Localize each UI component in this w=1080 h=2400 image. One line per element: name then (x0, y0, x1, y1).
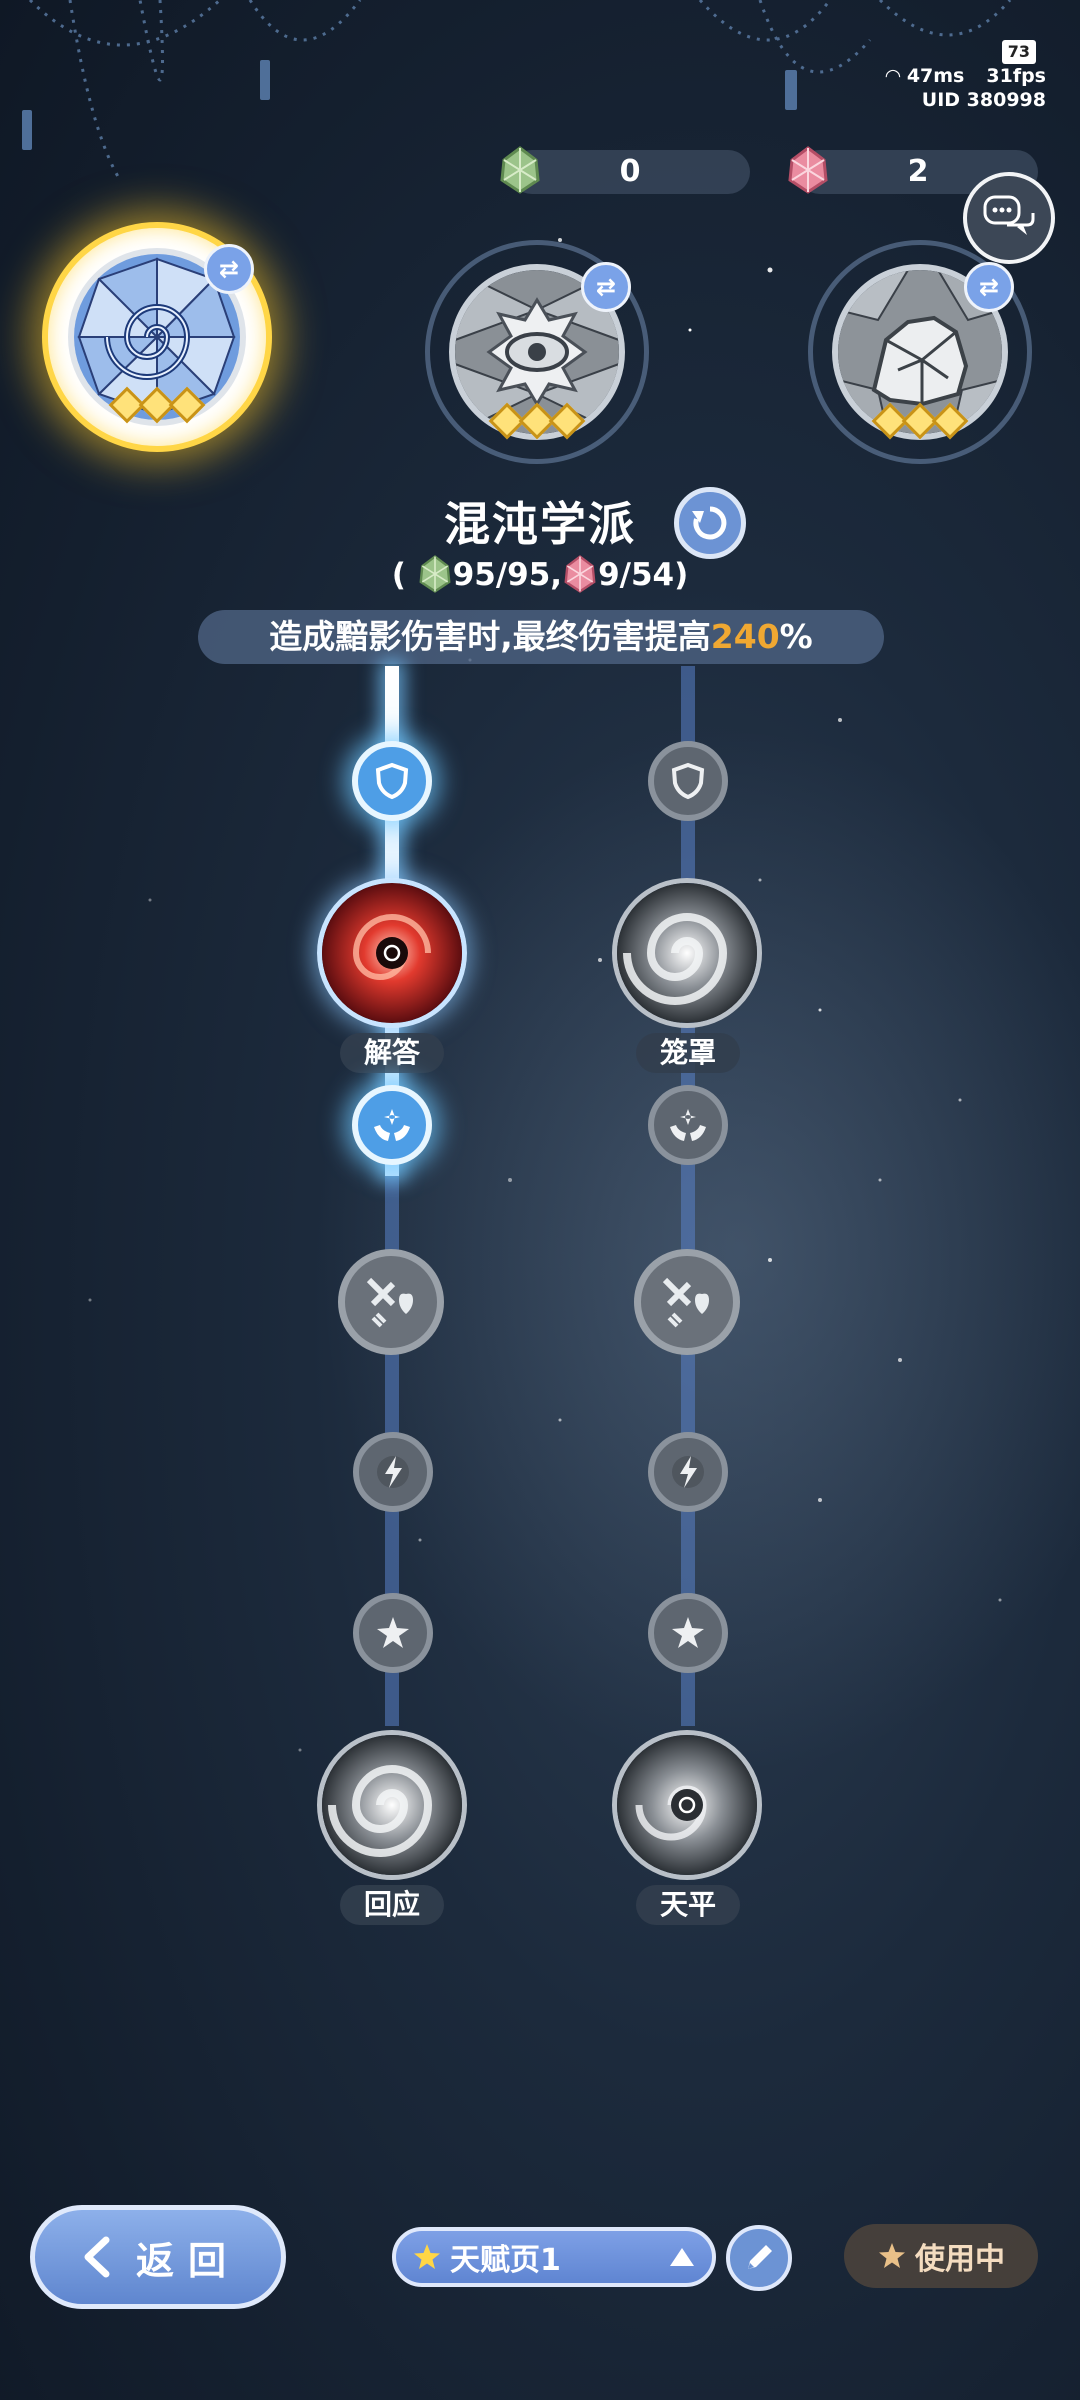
skill-node-response[interactable] (317, 1730, 467, 1880)
chat-bubbles-icon (983, 195, 1035, 235)
refresh-icon (692, 506, 727, 540)
sword-heart-icon (662, 1277, 709, 1328)
ping-value: 47ms (906, 65, 965, 87)
school-name: 混沌学派 (444, 497, 636, 551)
talent-node-star-left[interactable] (353, 1593, 433, 1673)
talent-node-hands-left[interactable] (352, 1085, 432, 1165)
edit-page-button[interactable] (726, 2225, 792, 2291)
back-arrow-icon (84, 2236, 110, 2278)
skill-node-balance[interactable] (612, 1730, 762, 1880)
talent-page-label: 天赋页1 (450, 2243, 561, 2278)
talent-node-shield-left[interactable] (352, 741, 432, 821)
back-button[interactable]: 返回 (30, 2205, 286, 2309)
talent-node-sword-heart-left[interactable] (338, 1249, 444, 1355)
currency-green-value: 0 (619, 154, 641, 189)
skill-label-balance: 天平 (636, 1885, 740, 1925)
chat-button[interactable] (963, 172, 1055, 264)
hands-star-icon (670, 1109, 706, 1141)
pencil-icon (748, 2245, 772, 2269)
skill-node-answer[interactable] (317, 878, 467, 1028)
ping-text: ◠ 47ms (886, 64, 965, 88)
grey-vortex-skill-icon (617, 883, 757, 1023)
bonus-value: 240 (710, 617, 780, 656)
swap-icon[interactable]: ⇄ (204, 244, 254, 294)
swap-icon[interactable]: ⇄ (964, 262, 1014, 312)
uid-text: UID 380998 (921, 89, 1046, 111)
school-rank-diamonds (488, 402, 586, 440)
battery-indicator: 73 (1001, 40, 1036, 64)
green-progress-value: 95/95, (452, 557, 563, 593)
reset-button[interactable] (674, 487, 746, 559)
school-title: 混沌学派 (0, 488, 1080, 554)
talent-page-selector[interactable]: 天赋页1 (392, 2227, 716, 2287)
bonus-prefix: 造成黯影伤害时,最终伤害提高 (269, 617, 711, 656)
school-medal-chaos[interactable]: ⇄ (42, 222, 272, 452)
school-progress: ( 95/95, 9/54) (0, 555, 1080, 593)
sword-heart-icon (366, 1277, 413, 1328)
grey-vortex-skill-icon (322, 1735, 462, 1875)
star-icon (414, 2244, 440, 2269)
progress-open-paren: ( (391, 557, 406, 593)
shield-icon (375, 762, 409, 800)
bonus-suffix: % (779, 617, 813, 656)
swap-icon[interactable]: ⇄ (581, 262, 631, 312)
currency-green: 0 (500, 146, 750, 194)
in-use-badge: 使用中 (844, 2224, 1038, 2288)
wifi-icon: ◠ (885, 65, 907, 87)
triangle-up-icon (670, 2248, 694, 2266)
star-icon (879, 2243, 905, 2268)
talent-node-star-right[interactable] (648, 1593, 728, 1673)
talent-node-sword-heart-right[interactable] (634, 1249, 740, 1355)
school-rank-diamonds (871, 402, 969, 440)
red-vortex-skill-icon (322, 883, 462, 1023)
skill-label-response: 回应 (340, 1885, 444, 1925)
skill-label-shroud: 笼罩 (636, 1033, 740, 1073)
lightning-icon (672, 1456, 704, 1488)
pink-progress-value: 9/54) (598, 557, 689, 593)
school-medal-rock[interactable]: ⇄ (808, 240, 1032, 464)
talent-node-bolt-right[interactable] (648, 1432, 728, 1512)
fps-text: 31fps (986, 65, 1046, 87)
skill-node-shroud[interactable] (612, 878, 762, 1028)
grey-orb-skill-icon (617, 1735, 757, 1875)
school-medal-eye[interactable]: ⇄ (425, 240, 649, 464)
talent-node-hands-right[interactable] (648, 1085, 728, 1165)
green-crystal-icon (419, 555, 451, 593)
talent-node-bolt-left[interactable] (353, 1432, 433, 1512)
skill-label-answer: 解答 (340, 1033, 444, 1073)
hands-star-icon (374, 1109, 410, 1141)
lightning-icon (377, 1456, 409, 1488)
back-label: 返回 (135, 2238, 240, 2283)
star-icon (672, 1617, 704, 1648)
shield-icon (671, 762, 705, 800)
star-icon (377, 1617, 409, 1648)
school-rank-diamonds (108, 386, 206, 424)
in-use-label: 使用中 (915, 2242, 1005, 2277)
debug-status-overlay: 73 ◠ 47ms 31fps UID 380998 (886, 40, 1046, 112)
pink-crystal-icon (564, 555, 596, 593)
right-talent-track (681, 666, 695, 1726)
talent-node-shield-right[interactable] (648, 741, 728, 821)
school-bonus-banner: 造成黯影伤害时,最终伤害提高240% (198, 610, 884, 664)
